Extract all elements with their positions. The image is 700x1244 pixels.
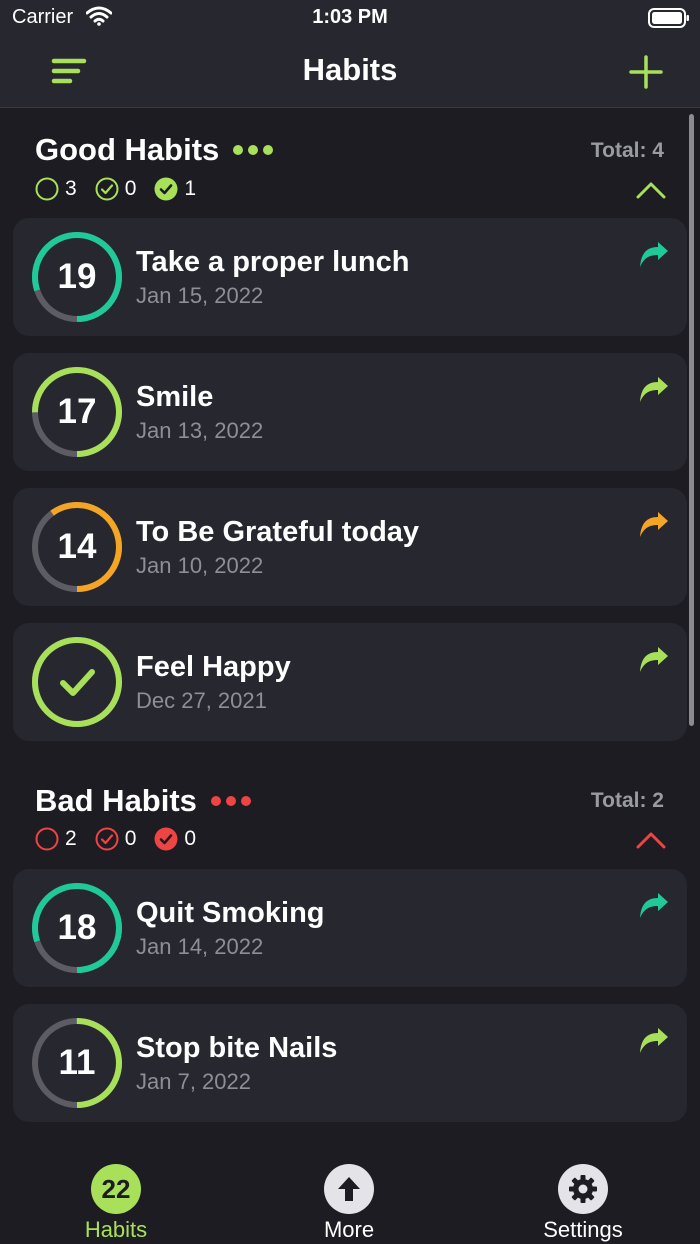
plus-icon[interactable] [628, 54, 664, 90]
streak-count: 11 [58, 1043, 96, 1082]
bad-habits-stats: 2 0 0 [35, 826, 214, 852]
stat-done: 0 [154, 827, 196, 851]
habit-date: Jan 7, 2022 [136, 1069, 251, 1094]
check-circle-filled-icon [154, 177, 178, 201]
good-habits-stats: 3 0 1 [35, 176, 214, 202]
habit-card[interactable]: 17 Smile Jan 13, 2022 [13, 353, 687, 471]
stat-done: 1 [154, 177, 196, 201]
more-options-icon[interactable] [233, 145, 274, 155]
habit-card[interactable]: 11 Stop bite Nails Jan 7, 2022 [13, 1004, 687, 1122]
stat-checked: 0 [95, 827, 136, 851]
good-habits-header: Good Habits [35, 130, 274, 170]
circle-outline-icon [35, 827, 59, 851]
habit-card[interactable]: 18 Quit Smoking Jan 14, 2022 [13, 869, 687, 987]
share-icon[interactable] [639, 242, 669, 268]
streak-count [31, 636, 123, 728]
arrow-up-icon [324, 1164, 374, 1214]
check-circle-outline-icon [95, 827, 119, 851]
status-time: 1:03 PM [312, 6, 388, 28]
habit-date: Dec 27, 2021 [136, 688, 267, 713]
share-icon[interactable] [639, 893, 669, 919]
habit-date: Jan 14, 2022 [136, 934, 264, 959]
tab-label: More [323, 1217, 375, 1242]
tab-habits[interactable]: 22 Habits [46, 1164, 186, 1244]
share-icon[interactable] [639, 647, 669, 673]
tab-bar: 22 Habits More Settings [0, 1150, 700, 1244]
page-title: Habits [302, 52, 398, 87]
streak-count: 17 [57, 392, 97, 431]
gear-icon [558, 1164, 608, 1214]
streak-count: 18 [57, 908, 97, 947]
habit-name: Quit Smoking [136, 897, 325, 929]
tab-settings[interactable]: Settings [513, 1164, 653, 1244]
section-title: Good Habits [35, 132, 220, 167]
habit-date: Jan 10, 2022 [136, 553, 264, 578]
tab-more[interactable]: More [279, 1164, 419, 1244]
habit-date: Jan 13, 2022 [136, 418, 264, 443]
circle-outline-icon [35, 177, 59, 201]
streak-count: 19 [57, 257, 97, 296]
habit-name: Take a proper lunch [136, 246, 410, 278]
habit-card[interactable]: 19 Take a proper lunch Jan 15, 2022 [13, 218, 687, 336]
stat-checked: 0 [95, 177, 136, 201]
habit-name: Smile [136, 381, 214, 413]
section-title: Bad Habits [35, 783, 197, 818]
scrollbar[interactable] [689, 114, 694, 726]
habit-card[interactable]: 14 To Be Grateful today Jan 10, 2022 [13, 488, 687, 606]
share-icon[interactable] [639, 1028, 669, 1054]
habit-name: Feel Happy [136, 651, 291, 683]
check-circle-outline-icon [95, 177, 119, 201]
more-options-icon[interactable] [210, 796, 251, 806]
habit-name: To Be Grateful today [136, 516, 420, 548]
bad-habits-header: Bad Habits [35, 781, 251, 821]
navigation-bar: Habits [0, 36, 700, 108]
section-total: Total: 2 [590, 789, 664, 812]
tab-label: Settings [543, 1217, 623, 1242]
check-circle-filled-icon [154, 827, 178, 851]
stat-pending: 2 [35, 827, 77, 851]
stat-pending: 3 [35, 177, 77, 201]
habit-date: Jan 15, 2022 [136, 283, 264, 308]
tab-label: Habits [84, 1217, 148, 1242]
habit-card[interactable]: Feel Happy Dec 27, 2021 [13, 623, 687, 741]
share-icon[interactable] [639, 377, 669, 403]
status-bar: Carrier 1:03 PM [0, 0, 700, 36]
battery-icon [648, 8, 689, 28]
habits-count-badge: 22 [91, 1164, 141, 1214]
section-total: Total: 4 [590, 139, 664, 162]
chevron-up-icon[interactable] [635, 180, 667, 200]
chevron-up-icon[interactable] [635, 830, 667, 850]
habit-name: Stop bite Nails [136, 1032, 338, 1064]
streak-count: 14 [57, 527, 97, 566]
share-icon[interactable] [639, 512, 669, 538]
